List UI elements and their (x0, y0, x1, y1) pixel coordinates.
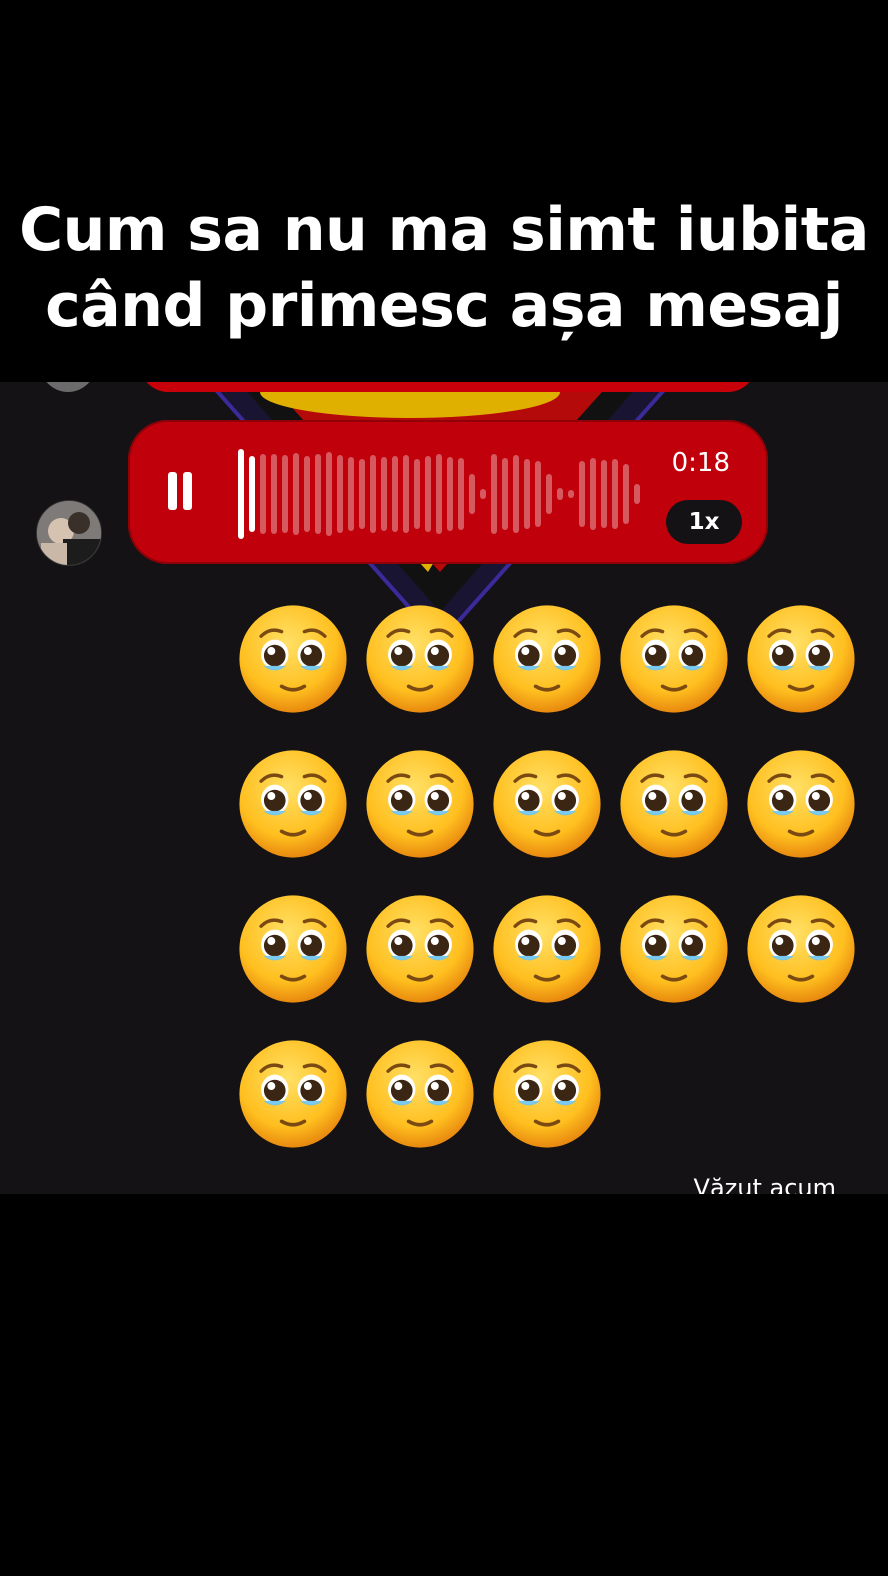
pleading-face-icon (239, 1040, 347, 1148)
waveform-bar (403, 455, 409, 533)
waveform-bar (425, 456, 431, 532)
waveform-bar (337, 455, 343, 533)
waveform-bar (392, 456, 398, 532)
emoji-item (617, 747, 744, 892)
emoji-item (617, 602, 744, 747)
emoji-item (236, 602, 363, 747)
pleading-face-icon (493, 605, 601, 713)
waveform-bar (348, 457, 354, 531)
emoji-item (490, 747, 617, 892)
waveform-bar (601, 460, 607, 528)
chat-thread: 0:18 1x Văzut acum (0, 382, 888, 1194)
pleading-face-icon (239, 605, 347, 713)
waveform-bar (524, 459, 530, 529)
emoji-item (363, 1037, 490, 1182)
waveform-bar (491, 454, 497, 534)
pleading-face-icon (620, 750, 728, 858)
pleading-face-icon (493, 750, 601, 858)
pleading-face-icon (366, 895, 474, 1003)
pleading-face-icon (493, 895, 601, 1003)
waveform-bar (458, 458, 464, 530)
pleading-face-icon (620, 605, 728, 713)
emoji-item (744, 892, 871, 1037)
waveform-bar (557, 488, 563, 500)
waveform-bar (535, 461, 541, 527)
previous-sender-avatar[interactable] (40, 382, 96, 392)
waveform-bar (381, 457, 387, 531)
emoji-item (744, 602, 871, 747)
emoji-item (363, 892, 490, 1037)
pause-button[interactable] (168, 470, 198, 512)
emoji-item (363, 602, 490, 747)
waveform-bar (249, 456, 255, 532)
pleading-face-icon (747, 750, 855, 858)
emoji-item (490, 1037, 617, 1182)
waveform-bar (304, 456, 310, 532)
sender-avatar[interactable] (36, 500, 102, 566)
waveform-bar (480, 489, 486, 499)
caption-line-1: Cum sa nu ma simt iubita (19, 195, 869, 265)
pleading-face-icon (493, 1040, 601, 1148)
pleading-face-icon (747, 605, 855, 713)
waveform-bar (238, 449, 244, 539)
emoji-item (617, 892, 744, 1037)
bottom-letterbox (0, 1194, 888, 1576)
waveform-bar (579, 461, 585, 527)
waveform-bar (469, 474, 475, 514)
waveform-bar (414, 459, 420, 529)
playback-speed-button[interactable]: 1x (666, 500, 742, 544)
pause-bar-icon (168, 472, 177, 510)
pleading-face-icon (239, 750, 347, 858)
emoji-item (236, 747, 363, 892)
seen-status: Văzut acum (693, 1174, 836, 1194)
emoji-item (236, 1037, 363, 1182)
waveform-bar (568, 490, 574, 498)
voice-message-bubble[interactable]: 0:18 1x (128, 420, 768, 564)
waveform-bar (315, 454, 321, 534)
waveform-bar (623, 464, 629, 524)
pleading-face-icon (239, 895, 347, 1003)
waveform-bar (546, 474, 552, 514)
emoji-item (363, 747, 490, 892)
caption-line-2: când primesc așa mesaj (45, 271, 843, 341)
waveform-bar (282, 455, 288, 533)
waveform-bar (370, 455, 376, 533)
pleading-face-icon (620, 895, 728, 1003)
audio-waveform[interactable] (236, 444, 646, 544)
voice-duration: 0:18 (671, 448, 730, 478)
waveform-bar (513, 455, 519, 533)
emoji-item (236, 892, 363, 1037)
emoji-item (744, 747, 871, 892)
emoji-message[interactable] (236, 602, 876, 1182)
waveform-bar (634, 484, 640, 504)
video-caption: Cum sa nu ma simt iubita când primesc aș… (0, 0, 888, 382)
emoji-item (490, 602, 617, 747)
avatar-photo-icon (37, 501, 101, 565)
waveform-bar (612, 459, 618, 529)
waveform-bar (326, 452, 332, 536)
waveform-bar (260, 454, 266, 534)
waveform-bar (436, 454, 442, 534)
previous-message-bubble[interactable] (140, 382, 756, 392)
pleading-face-icon (366, 605, 474, 713)
emoji-item (490, 892, 617, 1037)
pleading-face-icon (366, 1040, 474, 1148)
waveform-bar (271, 454, 277, 534)
waveform-bar (502, 458, 508, 530)
waveform-bar (359, 459, 365, 529)
pleading-face-icon (366, 750, 474, 858)
waveform-bar (447, 457, 453, 531)
waveform-bar (590, 458, 596, 530)
waveform-bar (293, 453, 299, 535)
pleading-face-icon (747, 895, 855, 1003)
pause-bar-icon (183, 472, 192, 510)
